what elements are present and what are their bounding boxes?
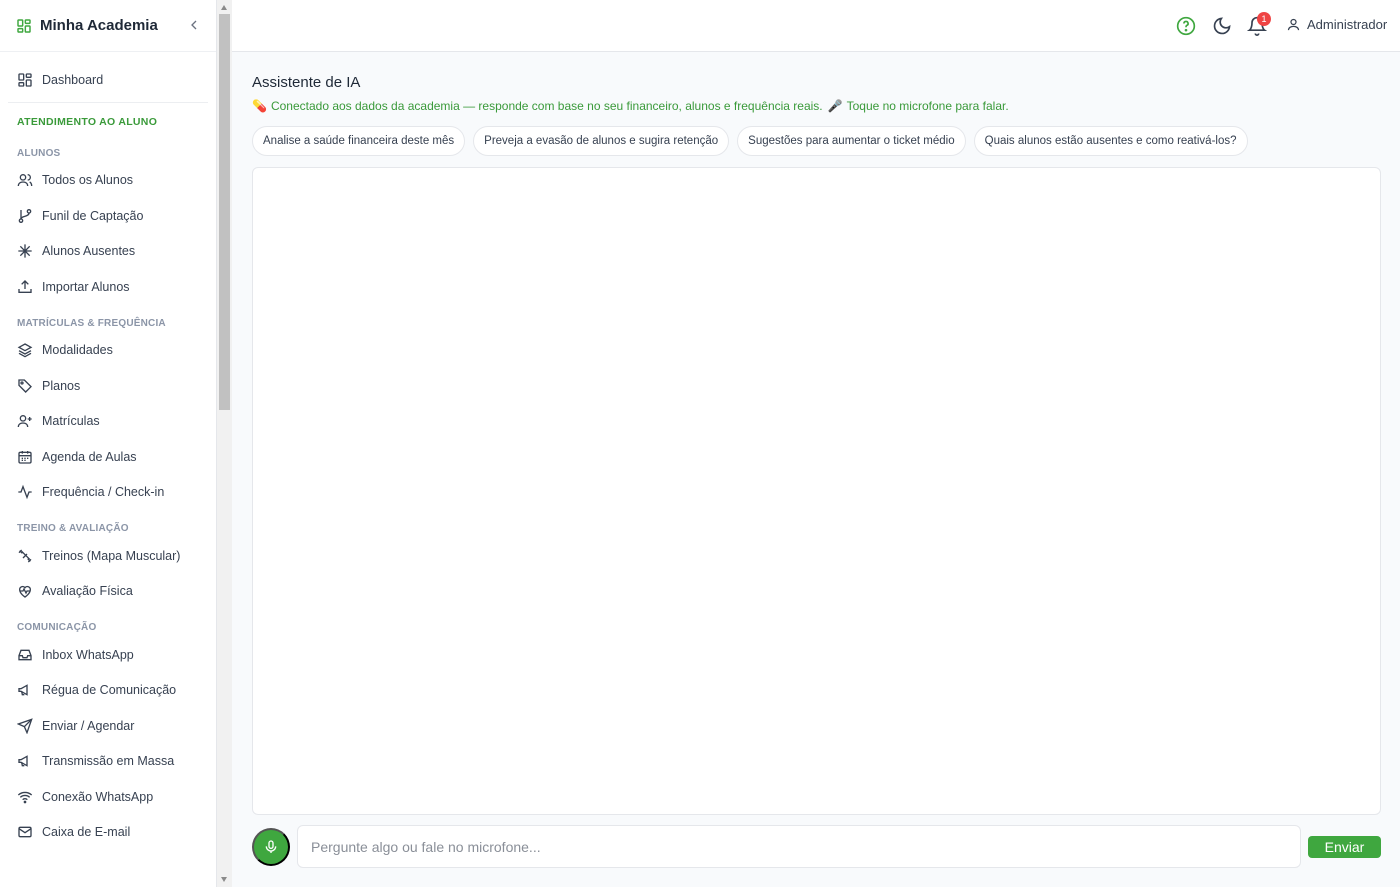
mail-icon bbox=[18, 826, 32, 838]
section-title-main: ATENDIMENTO AO ALUNO bbox=[17, 115, 158, 128]
sidebar-item-ausentes[interactable]: Alunos Ausentes bbox=[0, 234, 216, 270]
sidebar-item-email[interactable]: Caixa de E-mail bbox=[0, 815, 216, 851]
scroll-up-arrow-icon[interactable] bbox=[221, 5, 227, 10]
brand-name: Minha Academia bbox=[40, 17, 158, 34]
section-title: COMUNICAÇÃO bbox=[17, 622, 97, 633]
microphone-icon bbox=[265, 840, 277, 853]
sidebar-item-importar[interactable]: Importar Alunos bbox=[0, 269, 216, 305]
sidebar-item-treinos[interactable]: Treinos (Mapa Muscular) bbox=[0, 538, 216, 574]
sidebar-item-label: Matrículas bbox=[42, 414, 100, 429]
wifi-icon bbox=[17, 791, 33, 804]
sidebar-item-agenda[interactable]: Agenda de Aulas bbox=[0, 439, 216, 475]
subtitle-text: Conectado aos dados da academia — respon… bbox=[270, 99, 823, 113]
sidebar-item-conexao[interactable]: Conexão WhatsApp bbox=[0, 779, 216, 815]
calendar-icon bbox=[18, 450, 32, 464]
sidebar-item-planos[interactable]: Planos bbox=[0, 368, 216, 404]
snowflake-icon bbox=[18, 244, 32, 258]
notification-badge: 1 bbox=[1257, 12, 1271, 26]
chat-input[interactable] bbox=[297, 825, 1301, 868]
main-content: Assistente de IA 💊 Conectado aos dados d… bbox=[232, 52, 1400, 887]
scrollbar-thumb[interactable] bbox=[219, 14, 230, 410]
section-title: ALUNOS bbox=[17, 147, 61, 159]
sidebar-item-label: Funil de Captação bbox=[42, 208, 144, 223]
divider bbox=[8, 101, 208, 103]
sidebar-item-funil[interactable]: Funil de Captação bbox=[0, 198, 216, 234]
page-title: Assistente de IA bbox=[252, 74, 361, 91]
user-name: Administrador bbox=[1307, 17, 1388, 32]
sidebar-item-label: Modalidades bbox=[42, 343, 113, 358]
sidebar: Minha Academia Dashboard ATENDIMENTO AO … bbox=[0, 0, 217, 887]
sidebar-item-inbox-whatsapp[interactable]: Inbox WhatsApp bbox=[0, 637, 216, 673]
megaphone-icon bbox=[18, 755, 28, 768]
sidebar-item-label: Todos os Alunos bbox=[42, 173, 134, 188]
sidebar-item-todos-alunos[interactable]: Todos os Alunos bbox=[0, 163, 216, 199]
pill-icon: 💊 bbox=[252, 99, 267, 113]
send-icon bbox=[17, 717, 33, 734]
sidebar-item-transmissao[interactable]: Transmissão em Massa bbox=[0, 744, 216, 780]
sidebar-item-label: Dashboard bbox=[42, 72, 104, 87]
sidebar-item-label: Conexão WhatsApp bbox=[42, 789, 154, 804]
section-title: MATRÍCULAS & FREQUÊNCIA bbox=[17, 317, 166, 329]
sidebar-item-label: Alunos Ausentes bbox=[42, 244, 136, 259]
sidebar-item-label: Inbox WhatsApp bbox=[42, 647, 134, 662]
sidebar-item-avaliacao[interactable]: Avaliação Física bbox=[0, 574, 216, 610]
megaphone-icon bbox=[18, 684, 28, 697]
send-button[interactable]: Enviar bbox=[1308, 836, 1381, 858]
user-icon bbox=[1287, 18, 1300, 31]
help-circle-icon[interactable] bbox=[1176, 16, 1196, 36]
activity-icon bbox=[18, 485, 32, 500]
sidebar-item-enviar[interactable]: Enviar / Agendar bbox=[0, 708, 216, 744]
layout-grid-icon bbox=[18, 73, 32, 87]
upload-icon bbox=[18, 279, 32, 293]
dumbbell-icon bbox=[18, 549, 32, 563]
layers-icon bbox=[17, 343, 33, 358]
sidebar-item-frequencia[interactable]: Frequência / Check-in bbox=[0, 475, 216, 511]
sidebar-item-label: Planos bbox=[42, 378, 81, 393]
sidebar-item-label: Caixa de E-mail bbox=[42, 825, 131, 840]
suggestion-chip[interactable]: Quais alunos estão ausentes e como reati… bbox=[973, 126, 1248, 156]
microphone-hint-icon: 🎤 bbox=[827, 99, 843, 113]
sidebar-item-label: Importar Alunos bbox=[42, 279, 130, 294]
sidebar-item-modalidades[interactable]: Modalidades bbox=[0, 333, 216, 369]
moon-icon[interactable] bbox=[1212, 16, 1232, 36]
tag-icon bbox=[18, 379, 32, 393]
sidebar-item-label: Treinos (Mapa Muscular) bbox=[42, 548, 181, 563]
sidebar-nav: Dashboard ATENDIMENTO AO ALUNO ALUNOS To… bbox=[0, 52, 216, 850]
brand[interactable]: Minha Academia bbox=[0, 0, 216, 52]
chat-messages-area[interactable] bbox=[252, 167, 1381, 815]
chevron-left-icon[interactable] bbox=[186, 17, 202, 33]
sidebar-item-regua[interactable]: Régua de Comunicação bbox=[0, 673, 216, 709]
sidebar-item-label: Régua de Comunicação bbox=[42, 683, 177, 698]
inbox-icon bbox=[18, 649, 32, 661]
sidebar-item-label: Avaliação Física bbox=[42, 584, 133, 599]
sidebar-item-label: Agenda de Aulas bbox=[42, 449, 137, 464]
layout-grid-icon bbox=[17, 18, 31, 33]
suggestion-chip[interactable]: Preveja a evasão de alunos e sugira rete… bbox=[473, 126, 730, 156]
sidebar-item-label: Transmissão em Massa bbox=[42, 754, 175, 769]
suggestion-chip[interactable]: Analise a saúde financeira deste mês bbox=[252, 126, 466, 156]
suggestion-chips: Analise a saúde financeira deste mês Pre… bbox=[252, 126, 1248, 156]
sidebar-item-dashboard[interactable]: Dashboard bbox=[0, 62, 216, 98]
sidebar-scrollbar[interactable] bbox=[217, 0, 232, 887]
scroll-down-arrow-icon[interactable] bbox=[221, 877, 227, 882]
sidebar-item-matriculas[interactable]: Matrículas bbox=[0, 404, 216, 440]
heart-pulse-icon bbox=[19, 586, 31, 599]
users-icon bbox=[17, 174, 33, 187]
assistant-subtitle: 💊 Conectado aos dados da academia — resp… bbox=[252, 99, 1009, 113]
sidebar-item-label: Frequência / Check-in bbox=[42, 485, 165, 500]
sidebar-item-label: Enviar / Agendar bbox=[42, 718, 135, 733]
user-menu[interactable]: Administrador bbox=[1286, 17, 1387, 32]
microphone-button[interactable] bbox=[252, 828, 290, 866]
git-branch-icon bbox=[18, 208, 32, 223]
subtitle-hint: Toque no microfone para falar. bbox=[846, 99, 1009, 113]
suggestion-chip[interactable]: Sugestões para aumentar o ticket médio bbox=[737, 126, 966, 156]
user-plus-icon bbox=[17, 415, 32, 428]
section-title: TREINO & AVALIAÇÃO bbox=[17, 523, 129, 534]
